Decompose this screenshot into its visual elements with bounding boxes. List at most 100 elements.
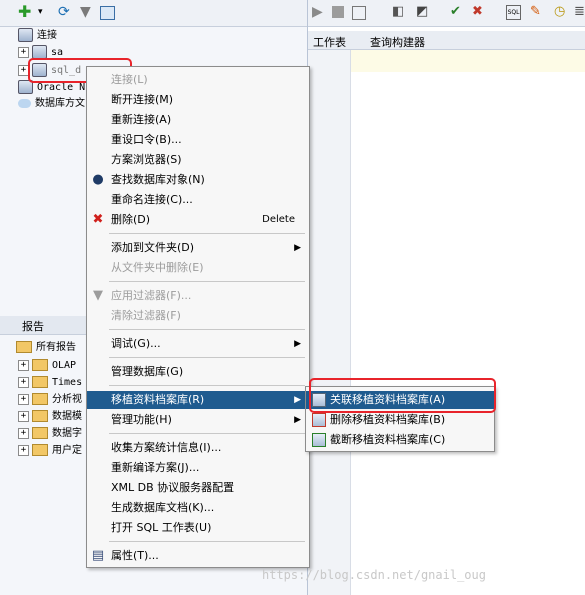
menu-item-rename-connection[interactable]: 重命名连接(C)... [87, 191, 309, 209]
menu-item-manage-features[interactable]: 管理功能(H) ▶ [87, 411, 309, 429]
reports-olap[interactable]: + OLAP [18, 358, 76, 374]
reports-analytic[interactable]: + 分析视 [18, 392, 82, 408]
menu-item-label: 重新编译方案(J)... [111, 461, 200, 474]
expand-icon[interactable]: + [18, 359, 29, 371]
menu-item-label: 属性(T)... [111, 549, 159, 562]
binoculars-icon: ● [92, 172, 104, 187]
menu-item-reset-password[interactable]: 重设口令(B)... [87, 131, 309, 149]
menu-item-remove-from-folder[interactable]: 从文件夹中删除(E) [87, 259, 309, 277]
chevron-down-icon[interactable]: ▾ [38, 4, 54, 20]
folder-icon [32, 393, 48, 405]
properties-icon: ▤ [91, 548, 105, 563]
tab-worksheet[interactable]: 工作表 [313, 34, 346, 50]
menu-item-label: 清除过滤器(F) [111, 309, 181, 322]
menu-item-find-db-object[interactable]: ● 查找数据库对象(N) [87, 171, 309, 189]
tree-item-label: sa [51, 47, 64, 58]
history-icon[interactable]: ◷ [554, 4, 570, 20]
tree-item-label: 分析视 [52, 394, 82, 405]
tree-item-label: OLAP [52, 360, 77, 371]
connections-root-label: 连接 [37, 30, 57, 41]
menu-item-schema-browser[interactable]: 方案浏览器(S) [87, 151, 309, 169]
menu-item-recompile-schema[interactable]: 重新编译方案(J)... [87, 459, 309, 477]
watermark: https://blog.csdn.net/gnail_oug [262, 568, 486, 582]
schema-browser-icon[interactable] [100, 6, 115, 20]
menu-item-reconnect[interactable]: 重新连接(A) [87, 111, 309, 129]
tree-item-label: 数据字 [52, 428, 82, 439]
rollback-icon[interactable]: ✖ [472, 4, 488, 20]
menu-item-delete[interactable]: ✖ 删除(D) Delete [87, 211, 309, 229]
tab-query-builder[interactable]: 查询构建器 [370, 34, 425, 50]
run-icon[interactable]: ▶ [312, 4, 328, 20]
editor-gutter [308, 50, 351, 595]
tree-item-schema-service[interactable]: 数据库方文 [18, 96, 85, 112]
expand-icon[interactable]: + [18, 393, 29, 405]
menu-item-clear-filter[interactable]: 清除过滤器(F) [87, 307, 309, 325]
submenu-arrow-icon: ▶ [294, 415, 301, 425]
sql-icon[interactable]: SQL [506, 5, 521, 20]
menu-item-properties[interactable]: ▤ 属性(T)... [87, 547, 309, 565]
run-script-icon[interactable] [332, 6, 344, 18]
menu-separator [109, 541, 305, 542]
commit-icon[interactable]: ✔ [450, 4, 466, 20]
format-icon[interactable]: ≣ [574, 4, 585, 20]
menu-item-apply-filter[interactable]: ▼ 应用过滤器(F)... [87, 287, 309, 305]
menu-item-label: 重设口令(B)... [111, 133, 182, 146]
explain-icon[interactable] [352, 6, 366, 20]
autotrace-icon[interactable]: ◧ [392, 4, 408, 20]
folder-icon [32, 376, 48, 388]
highlight-box-submenu [309, 378, 496, 413]
menu-item-open-sql-worksheet[interactable]: 打开 SQL 工作表(U) [87, 519, 309, 537]
reports-all[interactable]: 所有报告 [16, 340, 76, 356]
menu-item-debug[interactable]: 调试(G)... ▶ [87, 335, 309, 353]
menu-item-generate-db-doc[interactable]: 生成数据库文档(K)... [87, 499, 309, 517]
tree-item-label: 用户定 [52, 445, 82, 456]
menu-item-label: 管理数据库(G) [111, 365, 184, 378]
eraser-icon[interactable]: ✎ [530, 4, 546, 20]
menu-item-label: 重新连接(A) [111, 113, 172, 126]
menu-separator [109, 233, 305, 234]
menu-item-label: 移植资料档案库(R) [111, 393, 205, 406]
filter-icon[interactable]: ▼ [80, 4, 96, 20]
filter-icon: ▼ [93, 288, 103, 303]
tree-item-label: 数据库方文 [35, 98, 85, 109]
menu-separator [109, 357, 305, 358]
menu-item-migration-repository[interactable]: 移植资料档案库(R) ▶ [87, 391, 309, 409]
expand-icon[interactable]: + [18, 427, 29, 439]
menu-item-connect[interactable]: 连接(L) [87, 71, 309, 89]
folder-icon [32, 359, 48, 371]
menu-item-label: 打开 SQL 工作表(U) [111, 521, 212, 534]
connections-root[interactable]: 连接 [18, 28, 57, 44]
reports-user-defined[interactable]: + 用户定 [18, 443, 82, 459]
folder-icon [16, 341, 32, 353]
submenu-item-truncate-repository[interactable]: 截断移植资料档案库(C) [306, 431, 494, 449]
folder-icon [32, 410, 48, 422]
menu-item-disconnect[interactable]: 断开连接(M) [87, 91, 309, 109]
expand-icon[interactable]: + [18, 410, 29, 422]
menu-item-label: 断开连接(M) [111, 93, 174, 106]
add-connection-icon[interactable]: ✚ [18, 4, 34, 20]
editor-current-line[interactable] [351, 50, 585, 72]
tree-item-label: 数据模 [52, 411, 82, 422]
menu-item-gather-stats[interactable]: 收集方案统计信息(I)... [87, 439, 309, 457]
clear-icon[interactable]: ◩ [416, 4, 432, 20]
reports-data-model[interactable]: + 数据模 [18, 409, 82, 425]
menu-item-shortcut: Delete [262, 214, 295, 225]
submenu-item-label: 截断移植资料档案库(C) [330, 433, 446, 446]
menu-item-xml-db-config[interactable]: XML DB 协议服务器配置 [87, 479, 309, 497]
menu-separator [109, 329, 305, 330]
tree-item-label: 所有报告 [36, 342, 76, 353]
menu-item-add-to-folder[interactable]: 添加到文件夹(D) ▶ [87, 239, 309, 257]
refresh-icon[interactable]: ⟳ [58, 4, 74, 20]
expand-icon[interactable]: + [18, 376, 29, 388]
repository-delete-icon [312, 413, 326, 427]
worksheet-toolbar: ▶ ◧ ◩ ✔ ✖ SQL ✎ ◷ ≣ [308, 0, 585, 27]
menu-item-manage-database[interactable]: 管理数据库(G) [87, 363, 309, 381]
connection-icon [32, 45, 47, 59]
submenu-arrow-icon: ▶ [294, 243, 301, 253]
reports-data-dict[interactable]: + 数据字 [18, 426, 82, 442]
expand-icon[interactable]: + [18, 444, 29, 456]
submenu-item-delete-repository[interactable]: 删除移植资料档案库(B) [306, 411, 494, 429]
reports-times[interactable]: + Times [18, 375, 82, 391]
menu-item-label: 重命名连接(C)... [111, 193, 193, 206]
expand-icon[interactable]: + [18, 46, 29, 58]
